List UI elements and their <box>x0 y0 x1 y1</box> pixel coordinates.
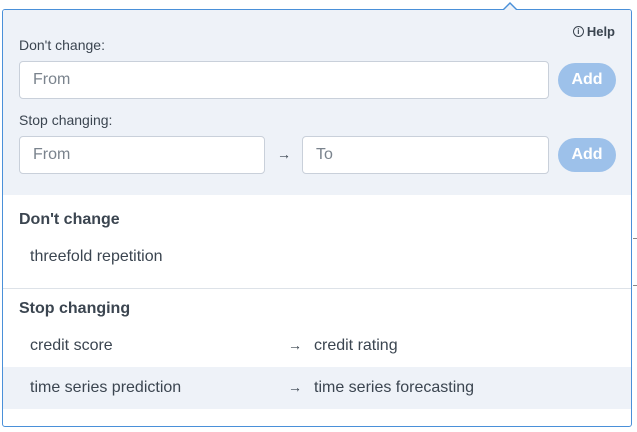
term-label: threefold repetition <box>30 248 163 265</box>
help-label: Help <box>586 24 615 39</box>
dont-change-section-title: Don't change <box>19 211 120 228</box>
add-rules-panel: i Help Don't change: From Add Stop chang… <box>3 10 631 195</box>
glossary-popover: i Help Don't change: From Add Stop chang… <box>2 9 632 427</box>
background-line <box>633 238 637 239</box>
arrow-right-icon: → <box>288 379 302 395</box>
stop-changing-add-button[interactable]: Add <box>558 138 616 172</box>
info-icon: i <box>572 26 584 37</box>
arrow-right-icon: → <box>277 146 291 162</box>
stop-changing-label: Stop changing: <box>19 112 113 128</box>
dont-change-from-input[interactable]: From <box>19 61 549 99</box>
from-term: credit score <box>30 337 113 354</box>
to-placeholder: To <box>316 146 333 163</box>
stop-changing-section-title: Stop changing <box>19 300 131 317</box>
to-term: credit rating <box>314 337 398 354</box>
dont-change-label: Don't change: <box>19 37 105 53</box>
dont-change-add-button[interactable]: Add <box>558 63 616 97</box>
from-placeholder: From <box>33 71 71 88</box>
help-link[interactable]: i Help <box>572 24 615 39</box>
section-divider <box>3 288 631 289</box>
stop-changing-to-input[interactable]: To <box>302 136 549 174</box>
to-term: time series forecasting <box>314 379 475 396</box>
list-item[interactable]: threefold repetition <box>3 236 631 278</box>
list-item[interactable]: time series prediction → time series for… <box>3 367 631 409</box>
from-term: time series prediction <box>30 379 182 396</box>
arrow-right-icon: → <box>288 337 302 353</box>
from-placeholder: From <box>33 146 71 163</box>
list-item[interactable]: credit score → credit rating <box>3 325 631 367</box>
background-line <box>633 285 637 286</box>
stop-changing-from-input[interactable]: From <box>19 136 265 174</box>
popover-caret-fill <box>504 4 516 10</box>
